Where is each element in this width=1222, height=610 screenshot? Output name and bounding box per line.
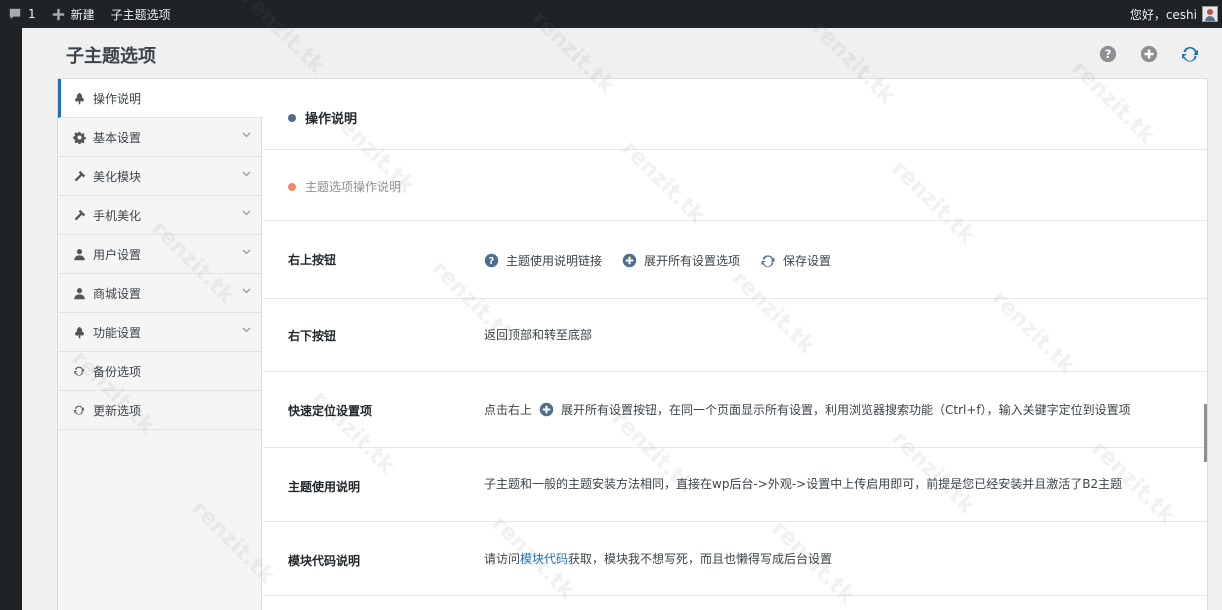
comments-menu[interactable]: 1 <box>0 0 44 28</box>
option-value: 子主题和一般的主题安装方法相同，直接在wp后台->外观->设置中上传启用即可，前… <box>484 477 1123 491</box>
scrollbar[interactable] <box>1204 404 1207 462</box>
admin-menu-strip <box>0 28 22 610</box>
nav-item-beautify-modules[interactable]: 美化模块 <box>58 157 261 196</box>
comment-icon <box>9 8 21 20</box>
option-value: 返回顶部和转至底部 <box>484 328 593 342</box>
nav-item-label: 商城设置 <box>93 286 142 301</box>
tree-icon <box>72 91 86 105</box>
question-icon: ? <box>484 253 499 268</box>
avatar <box>1202 6 1218 22</box>
admin-bar: 1 新建 子主题选项 您好，ceshi <box>0 0 1222 28</box>
comments-count: 1 <box>28 7 36 21</box>
section-title: 操作说明 <box>305 112 358 127</box>
plus-circle-icon <box>622 253 637 268</box>
refresh-icon <box>1182 46 1198 62</box>
account-menu[interactable]: 您好，ceshi <box>1122 0 1222 28</box>
option-label: 模块代码说明 <box>288 554 361 568</box>
expand-all-button[interactable] <box>1139 44 1159 64</box>
new-content-menu[interactable]: 新建 <box>44 0 103 28</box>
nav-item-function-settings[interactable]: 功能设置 <box>58 313 261 352</box>
nav-item-label: 手机美化 <box>93 208 142 223</box>
chevron-down-icon <box>242 327 251 333</box>
nav-item-label: 更新选项 <box>93 403 142 418</box>
nav-item-basic-settings[interactable]: 基本设置 <box>58 118 261 157</box>
tree-icon <box>72 325 86 339</box>
svg-text:?: ? <box>489 256 495 267</box>
refresh-icon <box>761 254 775 267</box>
options-panel: 操作说明 基本设置 美化模块 手机美化 用户设置 商城设置 功能设置 备份选项 … <box>57 78 1208 610</box>
option-value: 请访问 模块代码 获取，模块我不想写死，而且也懒得写成后台设置 <box>484 550 832 567</box>
option-row: 右下按钮 返回顶部和转至底部 <box>263 299 1207 372</box>
nav-item-update-options[interactable]: 更新选项 <box>58 391 261 430</box>
user-icon <box>72 286 86 300</box>
option-label: 快速定位设置项 <box>288 404 373 418</box>
help-link-label: 主题使用说明链接 <box>506 254 603 268</box>
note-dot <box>288 182 296 191</box>
plus-circle-icon <box>539 402 554 417</box>
option-row: 右上按钮 ? 主题使用说明链接 展开所有设置选项 保存设置 <box>263 221 1207 299</box>
greeting: 您好，ceshi <box>1129 7 1197 22</box>
option-label: 主题使用说明 <box>288 480 361 494</box>
expand-all-item: 展开所有设置选项 <box>622 252 740 269</box>
nav-item-label: 基本设置 <box>93 130 142 145</box>
nav-item-label: 美化模块 <box>93 169 142 184</box>
plus-icon <box>52 8 64 20</box>
nav-item-backup-options[interactable]: 备份选项 <box>58 352 261 391</box>
page-title: 子主题选项 <box>66 46 156 67</box>
refresh-icon <box>72 364 86 378</box>
option-row: 快速定位设置项 点击右上 展开所有设置按钮，在同一个页面显示所有设置，利用浏览器… <box>263 372 1207 448</box>
nav-item-label: 用户设置 <box>93 247 142 262</box>
svg-text:?: ? <box>1105 47 1112 61</box>
chevron-down-icon <box>242 210 251 216</box>
top-actions: ? <box>1098 44 1200 64</box>
option-row: 主题使用说明 子主题和一般的主题安装方法相同，直接在wp后台->外观->设置中上… <box>263 448 1207 522</box>
chevron-down-icon <box>242 132 251 138</box>
option-value: ? 主题使用说明链接 展开所有设置选项 保存设置 <box>484 252 851 269</box>
nav-item-label: 备份选项 <box>93 364 142 379</box>
option-label: 右上按钮 <box>288 253 337 267</box>
plus-circle-icon <box>1140 45 1158 63</box>
section-header: 操作说明 <box>263 79 1207 150</box>
save-settings-label: 保存设置 <box>783 254 832 268</box>
new-label: 新建 <box>70 7 95 22</box>
user-icon <box>72 247 86 261</box>
adminbar-page-link-label: 子主题选项 <box>110 7 171 22</box>
refresh-icon <box>72 403 86 417</box>
gear-icon <box>72 130 86 144</box>
chevron-down-icon <box>242 249 251 255</box>
option-row: 模块代码说明 请访问 模块代码 获取，模块我不想写死，而且也懒得写成后台设置 <box>263 522 1207 596</box>
option-value-prefix: 请访问 <box>484 552 521 566</box>
section-dot <box>288 113 296 122</box>
section-note: 主题选项操作说明 <box>305 180 402 194</box>
module-code-link[interactable]: 模块代码 <box>520 550 568 567</box>
nav-item-label: 操作说明 <box>93 91 142 106</box>
help-button[interactable]: ? <box>1098 44 1118 64</box>
option-value-suffix: 获取，模块我不想写死，而且也懒得写成后台设置 <box>568 552 833 566</box>
nav-item-mobile-beautify[interactable]: 手机美化 <box>58 196 261 235</box>
adminbar-page-link[interactable]: 子主题选项 <box>103 0 179 28</box>
expand-all-label: 展开所有设置选项 <box>644 254 741 268</box>
chevron-down-icon <box>242 288 251 294</box>
options-content: 操作说明 主题选项操作说明 右上按钮 ? 主题使用说明链接 展开所有设置选项 保… <box>263 79 1207 610</box>
hammer-icon <box>72 169 86 183</box>
help-link-item: ? 主题使用说明链接 <box>484 252 602 269</box>
option-value-suffix: 展开所有设置按钮，在同一个页面显示所有设置，利用浏览器搜索功能（Ctrl+f），… <box>561 403 1131 417</box>
nav-item-label: 功能设置 <box>93 325 142 340</box>
option-value-prefix: 点击右上 <box>484 403 533 417</box>
nav-item-instructions[interactable]: 操作说明 <box>58 79 263 118</box>
main-content: 子主题选项 ? 操作说明 基本设置 美化模块 手机美化 用户设置 商城设置 功能… <box>22 28 1222 610</box>
question-icon: ? <box>1099 45 1117 63</box>
save-settings-item: 保存设置 <box>760 252 831 269</box>
nav-item-shop-settings[interactable]: 商城设置 <box>58 274 261 313</box>
options-nav: 操作说明 基本设置 美化模块 手机美化 用户设置 商城设置 功能设置 备份选项 … <box>58 79 263 610</box>
section-note-row: 主题选项操作说明 <box>263 150 1207 221</box>
save-settings-button[interactable] <box>1180 44 1200 64</box>
nav-item-user-settings[interactable]: 用户设置 <box>58 235 261 274</box>
option-label: 右下按钮 <box>288 329 337 343</box>
hammer-icon <box>72 208 86 222</box>
chevron-down-icon <box>242 171 251 177</box>
option-value: 点击右上 展开所有设置按钮，在同一个页面显示所有设置，利用浏览器搜索功能（Ctr… <box>484 401 1131 418</box>
